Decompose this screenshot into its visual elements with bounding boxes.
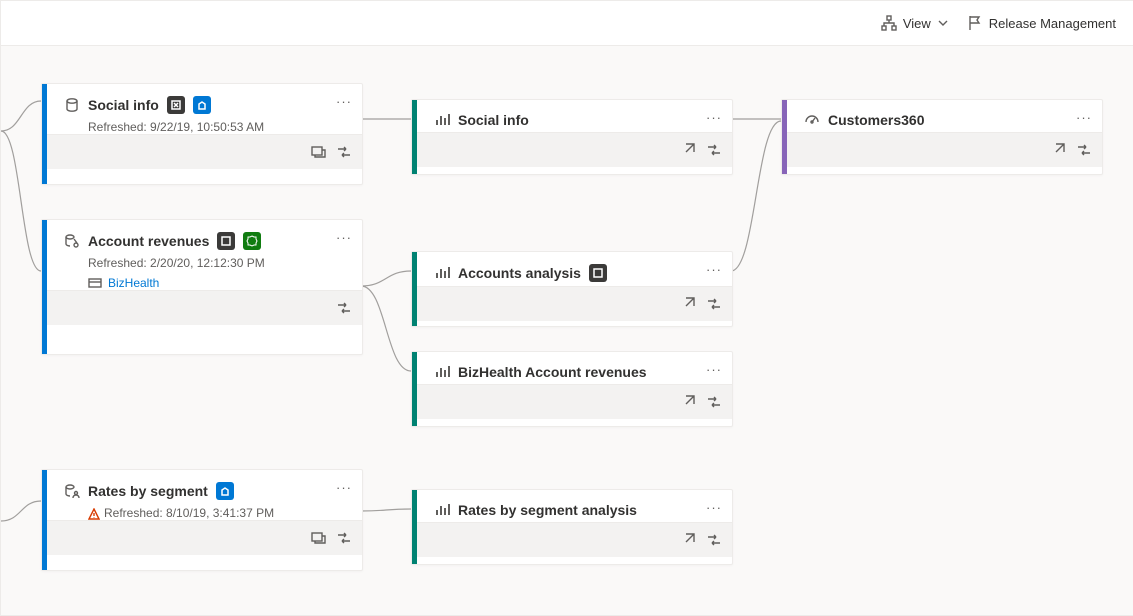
- impact-icon[interactable]: [706, 296, 722, 312]
- more-button[interactable]: ···: [706, 362, 722, 377]
- workspace-name: BizHealth: [108, 276, 159, 290]
- explore-icon[interactable]: [310, 144, 326, 160]
- card-title: Customers360: [828, 112, 925, 128]
- open-icon[interactable]: [680, 296, 696, 312]
- more-button[interactable]: ···: [336, 94, 352, 109]
- dataset-share-icon: [64, 233, 80, 249]
- card-title: Accounts analysis: [458, 265, 581, 281]
- accent-bar: [412, 352, 417, 426]
- impact-icon[interactable]: [336, 530, 352, 546]
- dataset-card-rates[interactable]: ··· Rates by segment Refreshed: 8/10/19,…: [41, 469, 363, 571]
- more-button[interactable]: ···: [706, 500, 722, 515]
- endorsement-badge: [217, 232, 235, 250]
- more-button[interactable]: ···: [706, 110, 722, 125]
- accent-bar: [412, 100, 417, 174]
- report-card-rates[interactable]: ··· Rates by segment analysis: [411, 489, 733, 565]
- release-management-button[interactable]: Release Management: [967, 15, 1116, 31]
- lineage-canvas: View Release Management ···: [0, 0, 1133, 616]
- endorsement-badge: [589, 264, 607, 282]
- card-title: Social info: [88, 97, 159, 113]
- report-card-accounts[interactable]: ··· Accounts analysis: [411, 251, 733, 327]
- impact-icon[interactable]: [336, 300, 352, 316]
- impact-icon[interactable]: [336, 144, 352, 160]
- sensitivity-badge: [193, 96, 211, 114]
- card-title: Social info: [458, 112, 529, 128]
- report-icon: [434, 502, 450, 518]
- impact-icon[interactable]: [706, 142, 722, 158]
- accent-bar: [782, 100, 787, 174]
- explore-icon[interactable]: [310, 530, 326, 546]
- flag-icon: [967, 15, 983, 31]
- card-title: BizHealth Account revenues: [458, 364, 647, 380]
- dataset-icon: [64, 97, 80, 113]
- warning-icon: [88, 508, 100, 520]
- sensitivity-badge: [216, 482, 234, 500]
- dataset-user-icon: [64, 483, 80, 499]
- endorsement-badge: [167, 96, 185, 114]
- chevron-down-icon: [937, 17, 949, 29]
- app-card-customers360[interactable]: ··· Customers360: [781, 99, 1103, 175]
- more-button[interactable]: ···: [336, 480, 352, 495]
- accent-bar: [412, 490, 417, 564]
- impact-icon[interactable]: [706, 532, 722, 548]
- card-title: Rates by segment analysis: [458, 502, 637, 518]
- card-title: Rates by segment: [88, 483, 208, 499]
- release-label: Release Management: [989, 16, 1116, 31]
- more-button[interactable]: ···: [706, 262, 722, 277]
- accent-bar: [412, 252, 417, 326]
- impact-icon[interactable]: [706, 394, 722, 410]
- accent-bar: [42, 84, 47, 184]
- refreshed-text: Refreshed: 9/22/19, 10:50:53 AM: [88, 120, 362, 134]
- more-button[interactable]: ···: [1076, 110, 1092, 125]
- dashboard-icon: [804, 112, 820, 128]
- certified-badge: [243, 232, 261, 250]
- dataset-card-social[interactable]: ··· Social info Refreshed: 9/22/19, 10:5…: [41, 83, 363, 185]
- report-card-bizhealth[interactable]: ··· BizHealth Account revenues: [411, 351, 733, 427]
- refreshed-value: Refreshed: 8/10/19, 3:41:37 PM: [104, 506, 274, 520]
- open-icon[interactable]: [680, 532, 696, 548]
- sitemap-icon: [881, 15, 897, 31]
- open-icon[interactable]: [680, 394, 696, 410]
- workspace-link[interactable]: BizHealth: [88, 276, 362, 290]
- open-icon[interactable]: [1050, 142, 1066, 158]
- more-button[interactable]: ···: [336, 230, 352, 245]
- report-card-social[interactable]: ··· Social info: [411, 99, 733, 175]
- report-icon: [434, 112, 450, 128]
- report-icon: [434, 265, 450, 281]
- impact-icon[interactable]: [1076, 142, 1092, 158]
- dataset-card-accounts[interactable]: ··· Account revenues Refreshed: 2/20/20,…: [41, 219, 363, 355]
- view-dropdown[interactable]: View: [881, 15, 949, 31]
- view-label: View: [903, 16, 931, 31]
- report-icon: [434, 364, 450, 380]
- card-title: Account revenues: [88, 233, 209, 249]
- open-icon[interactable]: [680, 142, 696, 158]
- accent-bar: [42, 470, 47, 570]
- workspace-icon: [88, 276, 102, 290]
- refreshed-text: Refreshed: 2/20/20, 12:12:30 PM: [88, 256, 362, 270]
- toolbar: View Release Management: [1, 1, 1133, 46]
- refreshed-text: Refreshed: 8/10/19, 3:41:37 PM: [88, 506, 362, 520]
- accent-bar: [42, 220, 47, 354]
